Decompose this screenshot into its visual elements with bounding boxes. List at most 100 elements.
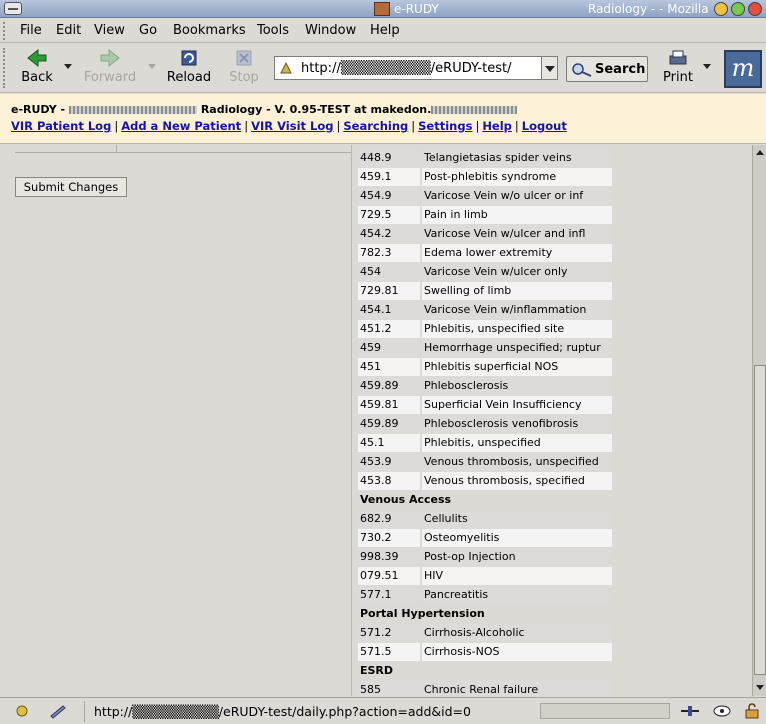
- menu-go[interactable]: Go: [139, 23, 157, 38]
- reload-label: Reload: [166, 70, 212, 85]
- diagnosis-code: 079.51: [358, 567, 420, 585]
- reload-button[interactable]: Reload: [166, 48, 212, 90]
- diagnosis-code: 730.2: [358, 529, 420, 547]
- forward-arrow-icon: [100, 48, 120, 68]
- status-bar: http://▒▒▒▒▒▒▒▒▒/eRUDY-test/daily.php?ac…: [0, 697, 766, 724]
- search-button[interactable]: Search: [566, 56, 648, 82]
- maximize-button[interactable]: [731, 2, 745, 16]
- menu-view[interactable]: View: [94, 23, 125, 38]
- diagnosis-description: Pain in limb: [422, 206, 612, 224]
- code-row: 454.2 Varicose Vein w/ulcer and infl: [358, 225, 612, 243]
- menubar-grip[interactable]: [3, 22, 9, 40]
- app-title-line: e-RUDY - Radiology - V. 0.95-TEST at mak…: [11, 103, 518, 116]
- stop-label: Stop: [229, 70, 259, 85]
- diagnosis-code: 453.9: [358, 453, 420, 471]
- diagnosis-description: Swelling of limb: [422, 282, 612, 300]
- code-row: 459.89 Phlebosclerosis venofibrosis: [358, 415, 612, 433]
- url-text: http://▒▒▒▒▒▒▒▒▒/eRUDY-test/: [301, 61, 512, 76]
- diagnosis-code: 459.81: [358, 396, 420, 414]
- scroll-down-arrow[interactable]: [754, 682, 766, 694]
- back-history-dropdown[interactable]: [64, 64, 72, 69]
- code-row: 571.2 Cirrhosis-Alcoholic: [358, 624, 612, 642]
- navigation-toolbar: Back Forward Reload Stop http://▒▒▒▒▒▒▒▒…: [0, 44, 766, 93]
- popup-blocker-icon[interactable]: [712, 703, 732, 719]
- menu-bookmarks[interactable]: Bookmarks: [173, 23, 246, 38]
- diagnosis-code: 577.1: [358, 586, 420, 604]
- diagnosis-code: 459.89: [358, 415, 420, 433]
- submit-changes-button[interactable]: Submit Changes: [15, 177, 127, 197]
- scrollbar-thumb[interactable]: [754, 365, 766, 675]
- link-help[interactable]: Help: [482, 119, 512, 133]
- diagnosis-description: Venous thrombosis, unspecified: [422, 453, 612, 471]
- stop-button[interactable]: Stop: [226, 48, 262, 90]
- forward-label: Forward: [83, 70, 137, 85]
- diagnosis-code: 454.9: [358, 187, 420, 205]
- search-label: Search: [595, 62, 646, 77]
- link-logout[interactable]: Logout: [522, 119, 567, 133]
- scroll-up-arrow[interactable]: [754, 147, 766, 159]
- url-history-dropdown[interactable]: [541, 56, 558, 80]
- code-row: 585 Chronic Renal failure: [358, 681, 612, 696]
- link-vir-visit-log[interactable]: VIR Visit Log: [251, 119, 333, 133]
- app-icon: [374, 2, 390, 16]
- menu-bar: File Edit View Go Bookmarks Tools Window…: [0, 19, 766, 43]
- diagnosis-code: 454: [358, 263, 420, 281]
- diagnosis-code: 998.39: [358, 548, 420, 566]
- component-bar-icon[interactable]: [12, 703, 32, 719]
- link-add-new-patient[interactable]: Add a New Patient: [121, 119, 241, 133]
- print-button[interactable]: Print: [662, 48, 694, 90]
- window-menu-button[interactable]: [4, 2, 22, 15]
- code-row: 451.2 Phlebitis, unspecified site: [358, 320, 612, 338]
- code-row: 454.9 Varicose Vein w/o ulcer or inf: [358, 187, 612, 205]
- compose-icon[interactable]: [48, 703, 68, 719]
- diagnosis-description: Post-phlebitis syndrome: [422, 168, 612, 186]
- menu-edit[interactable]: Edit: [56, 23, 81, 38]
- code-row: 577.1 Pancreatitis: [358, 586, 612, 604]
- diagnosis-code: 459.1: [358, 168, 420, 186]
- back-button[interactable]: Back: [14, 48, 60, 90]
- printer-icon: [669, 50, 687, 65]
- diagnosis-description: Telangietasias spider veins: [422, 149, 612, 167]
- close-button[interactable]: [748, 2, 762, 16]
- toolbar-grip[interactable]: [3, 48, 9, 88]
- mozilla-logo[interactable]: m: [724, 50, 762, 88]
- diagnosis-description: Cirrhosis-NOS: [422, 643, 612, 661]
- code-row: 451 Phlebitis superficial NOS: [358, 358, 612, 376]
- code-row: 730.2 Osteomyelitis: [358, 529, 612, 547]
- diagnosis-description: Phlebosclerosis venofibrosis: [422, 415, 612, 433]
- link-searching[interactable]: Searching: [343, 119, 408, 133]
- app-nav-links: VIR Patient Log | Add a New Patient | VIR Vi…: [11, 119, 567, 133]
- diagnosis-code: 571.5: [358, 643, 420, 661]
- minimize-button[interactable]: [714, 2, 728, 16]
- menu-file[interactable]: File: [20, 23, 42, 38]
- diagnosis-description: Post-op Injection: [422, 548, 612, 566]
- menu-help[interactable]: Help: [370, 23, 400, 38]
- search-icon: [572, 63, 592, 77]
- section-title: Venous Access: [358, 491, 612, 509]
- security-lock-icon[interactable]: [742, 703, 762, 719]
- code-row: 454 Varicose Vein w/ulcer only: [358, 263, 612, 281]
- menu-tools[interactable]: Tools: [257, 23, 289, 38]
- link-settings[interactable]: Settings: [418, 119, 472, 133]
- diagnosis-description: Phlebosclerosis: [422, 377, 612, 395]
- redacted-host: [431, 106, 518, 114]
- section-title: Portal Hypertension: [358, 605, 612, 623]
- url-field[interactable]: http://▒▒▒▒▒▒▒▒▒/eRUDY-test/: [274, 56, 542, 80]
- diagnosis-description: Varicose Vein w/inflammation: [422, 301, 612, 319]
- diagnosis-code: 682.9: [358, 510, 420, 528]
- menu-window[interactable]: Window: [305, 23, 356, 38]
- online-status-icon[interactable]: [680, 703, 700, 719]
- diagnosis-code: 729.5: [358, 206, 420, 224]
- diagnosis-code: 451.2: [358, 320, 420, 338]
- forward-button[interactable]: Forward: [82, 48, 138, 90]
- code-row: 454.1 Varicose Vein w/inflammation: [358, 301, 612, 319]
- vertical-scrollbar[interactable]: [752, 145, 766, 696]
- print-dropdown[interactable]: [703, 64, 711, 69]
- diagnosis-description: Cellulits: [422, 510, 612, 528]
- forward-history-dropdown[interactable]: [148, 64, 156, 69]
- code-row: 45.1 Phlebitis, unspecified: [358, 434, 612, 452]
- diagnosis-code: 459: [358, 339, 420, 357]
- diagnosis-description: Varicose Vein w/ulcer and infl: [422, 225, 612, 243]
- code-row: 079.51 HIV: [358, 567, 612, 585]
- link-vir-patient-log[interactable]: VIR Patient Log: [11, 119, 111, 133]
